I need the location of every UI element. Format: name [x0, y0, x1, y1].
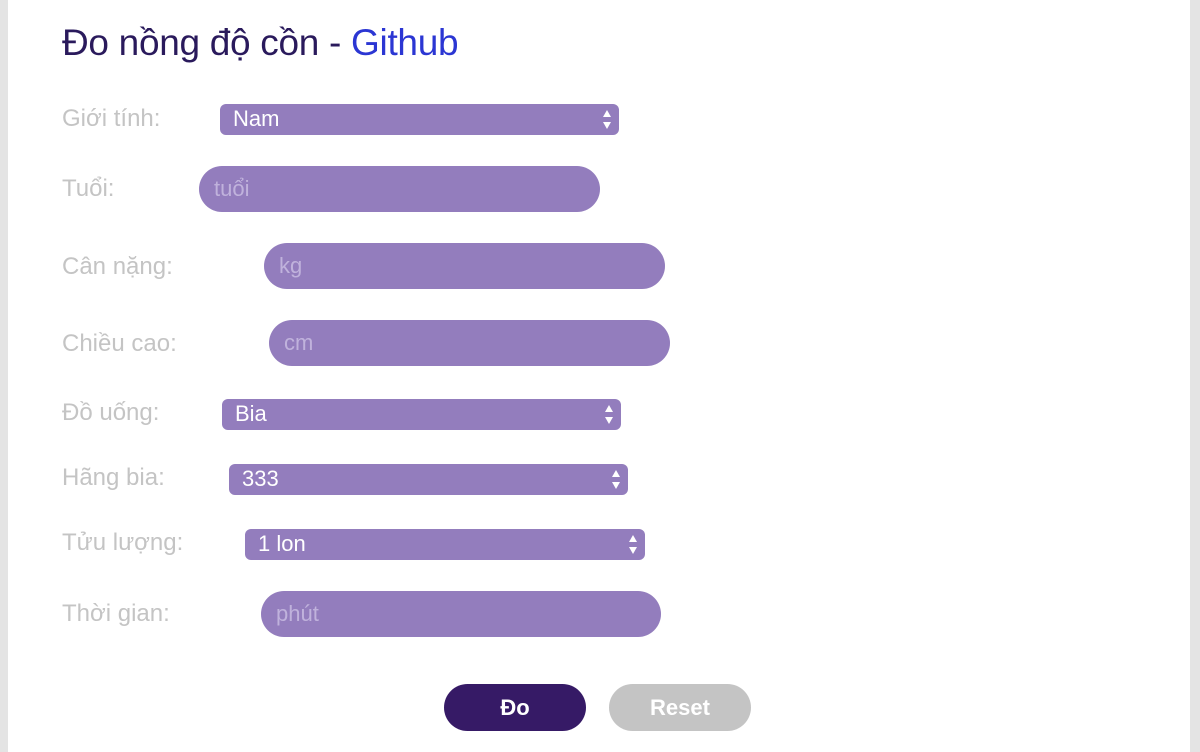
right-scrollbar[interactable]: [1190, 0, 1200, 752]
drink-value: Bia: [235, 401, 267, 426]
select-arrows-icon: [629, 534, 638, 555]
age-input[interactable]: [199, 166, 600, 212]
drink-label: Đồ uống:: [62, 399, 160, 426]
brand-label: Hãng bia:: [62, 464, 165, 491]
height-input[interactable]: [269, 320, 670, 366]
amount-select[interactable]: 1 lon: [245, 529, 645, 560]
height-label: Chiều cao:: [62, 330, 177, 357]
gender-label: Giới tính:: [62, 105, 161, 132]
select-arrows-icon: [603, 109, 612, 130]
title-text: Đo nồng độ cồn -: [62, 22, 352, 63]
amount-value: 1 lon: [258, 531, 306, 556]
measure-button[interactable]: Đo: [444, 684, 586, 731]
age-label: Tuổi:: [62, 175, 115, 202]
github-link[interactable]: Github: [351, 22, 459, 63]
gender-select[interactable]: Nam: [220, 104, 619, 135]
select-arrows-icon: [605, 404, 614, 425]
weight-label: Cân nặng:: [62, 253, 173, 280]
amount-label: Tửu lượng:: [62, 529, 184, 556]
brand-value: 333: [242, 466, 279, 491]
reset-button[interactable]: Reset: [609, 684, 751, 731]
select-arrows-icon: [612, 469, 621, 490]
time-input[interactable]: [261, 591, 661, 637]
time-label: Thời gian:: [62, 600, 170, 627]
gender-value: Nam: [233, 106, 280, 131]
page-title: Đo nồng độ cồn - Github: [62, 22, 459, 64]
weight-input[interactable]: [264, 243, 665, 289]
brand-select[interactable]: 333: [229, 464, 628, 495]
left-border: [0, 0, 8, 752]
drink-select[interactable]: Bia: [222, 399, 621, 430]
